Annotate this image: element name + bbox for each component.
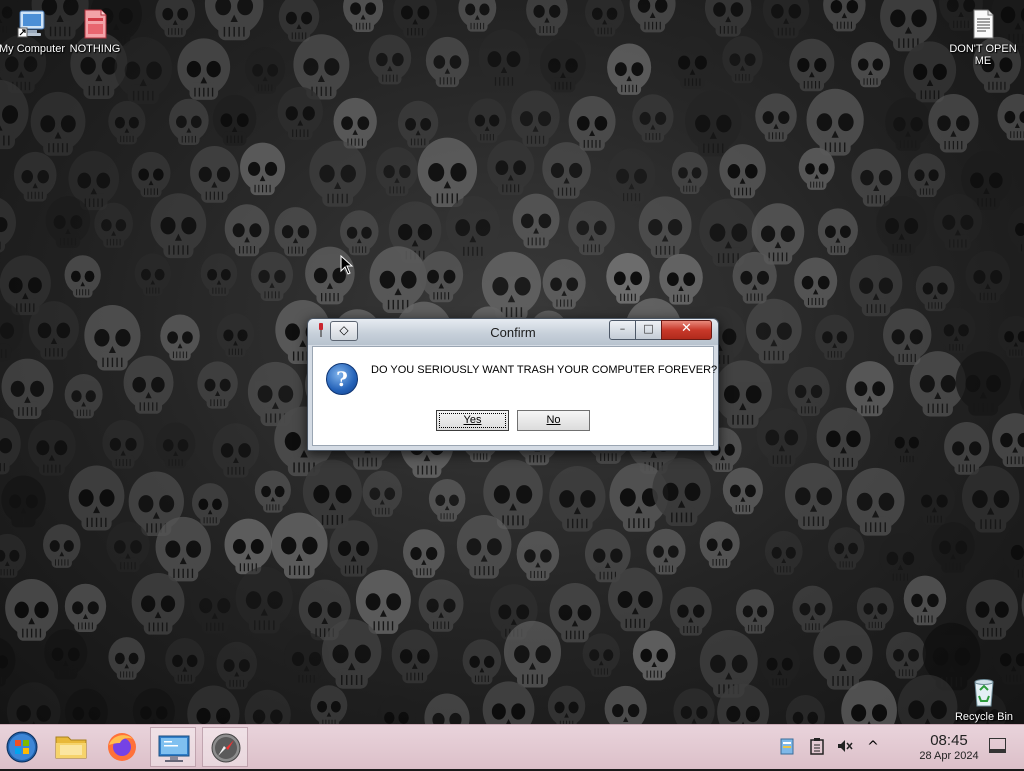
document-red-icon <box>79 8 111 40</box>
notification-app-icon[interactable] <box>778 737 796 755</box>
mouse-cursor-icon <box>340 255 354 275</box>
dialog-message: DO YOU SERIOUSLY WANT TRASH YOUR COMPUTE… <box>371 364 717 376</box>
taskbar-remote-desktop[interactable] <box>150 727 196 767</box>
text-file-icon <box>967 8 999 40</box>
my-computer-icon <box>16 8 48 40</box>
taskbar-file-explorer[interactable] <box>48 727 94 767</box>
taskbar-firefox[interactable] <box>100 727 146 767</box>
desktop-icon-nothing[interactable]: NOTHING <box>58 8 132 55</box>
close-button[interactable]: ✕ <box>661 320 712 340</box>
close-icon: ✕ <box>681 321 692 336</box>
clock-date[interactable]: 28 Apr 2024 <box>909 750 989 762</box>
confirm-dialog: ◇ Confirm – □ ✕ ? DO YOU SERIOUSLY WANT … <box>307 318 719 451</box>
recycle-bin-icon <box>968 676 1000 708</box>
volume-muted-icon[interactable] <box>836 737 854 755</box>
chevron-up-icon: ^ <box>867 739 879 755</box>
question-icon: ? <box>326 363 358 395</box>
no-button[interactable]: No <box>517 410 590 431</box>
maximize-icon: □ <box>643 322 653 335</box>
dialog-titlebar[interactable]: ◇ Confirm – □ ✕ <box>308 319 718 345</box>
firefox-icon <box>100 727 146 767</box>
notification-center-icon[interactable] <box>989 738 1006 753</box>
taskbar-safari[interactable] <box>202 727 248 767</box>
desktop-icon-recycle-bin[interactable]: Recycle Bin <box>947 676 1021 723</box>
clipboard-icon[interactable] <box>808 737 826 755</box>
compass-icon <box>203 728 249 768</box>
minimize-icon: – <box>620 322 626 335</box>
monitor-icon <box>151 728 197 768</box>
minimize-button[interactable]: – <box>609 320 636 340</box>
start-button[interactable] <box>0 727 46 767</box>
taskbar: ^ 08:45 28 Apr 2024 <box>0 724 1024 769</box>
desktop-icon-dont-open-me[interactable]: DON'T OPEN ME <box>946 8 1020 67</box>
windows-orb-icon <box>0 727 46 767</box>
yes-button[interactable]: Yes <box>436 410 509 431</box>
desktop-icon-label: DON'T OPEN ME <box>946 43 1020 67</box>
desktop-icon-label: Recycle Bin <box>947 711 1021 723</box>
maximize-button[interactable]: □ <box>635 320 662 340</box>
show-hidden-icons-button[interactable]: ^ <box>864 737 882 755</box>
folder-icon <box>48 727 94 767</box>
desktop-icon-label: NOTHING <box>58 43 132 55</box>
clock-time[interactable]: 08:45 <box>909 732 989 749</box>
dialog-content: ? DO YOU SERIOUSLY WANT TRASH YOUR COMPU… <box>312 346 714 446</box>
system-tray: ^ 08:45 28 Apr 2024 <box>774 725 1024 769</box>
